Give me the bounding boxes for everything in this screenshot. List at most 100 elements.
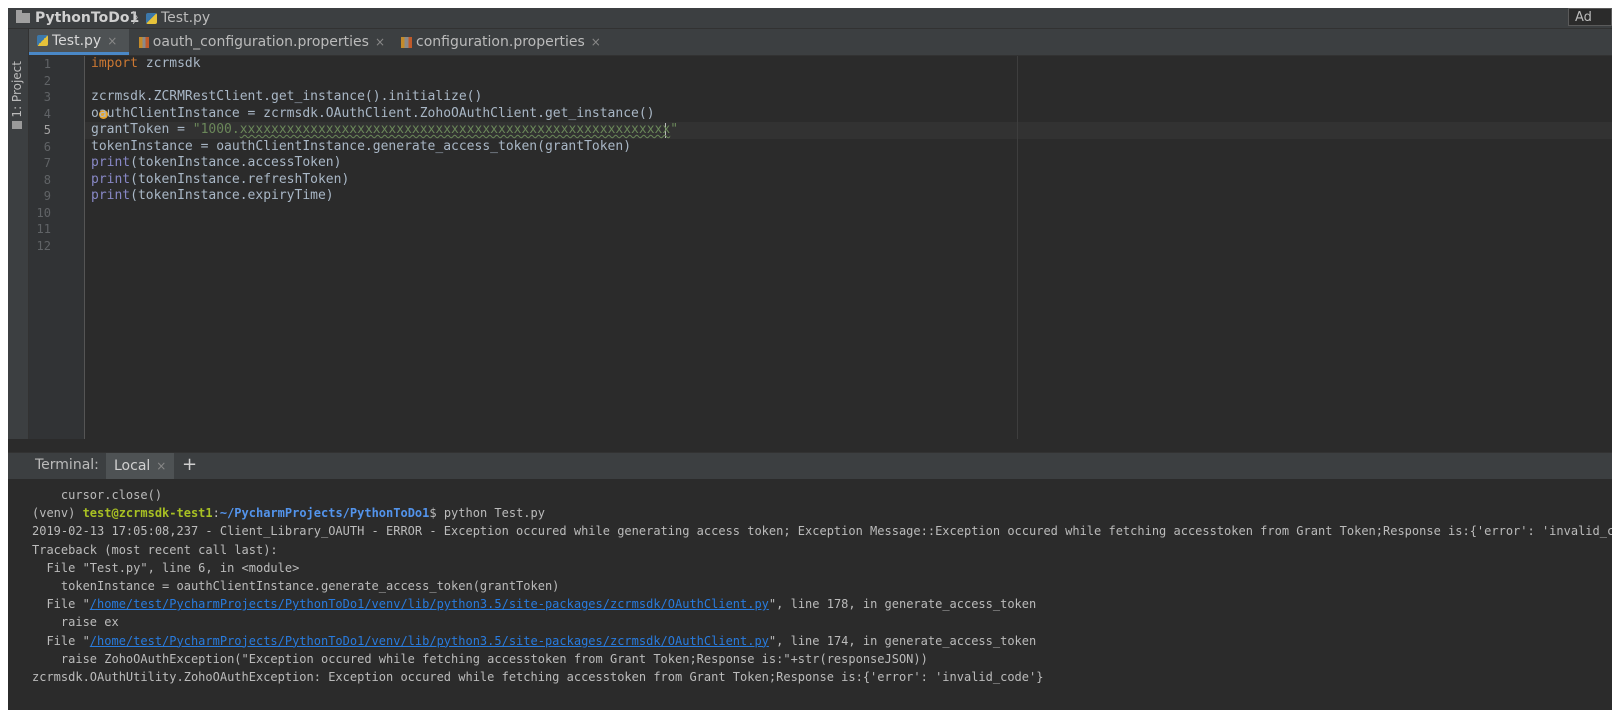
terminal-output[interactable]: cursor.close() (venv) test@zcrmsdk-test1:… — [8, 479, 1612, 710]
code-token: ", line 174, in generate_access_token — [768, 633, 1037, 648]
code-token: print — [91, 171, 131, 187]
tab-label: oauth_configuration.properties — [152, 34, 369, 50]
terminal-line: Traceback (most recent call last): — [32, 541, 278, 559]
terminal-header: Terminal: Local × + — [8, 452, 1612, 480]
breadcrumb: PythonToDo1 〉 Test.py Ad — [8, 8, 1612, 29]
top-right-button[interactable]: Ad — [1568, 8, 1612, 26]
code-token: zcrmsdk.OAuthUtility.ZohoOAuthException:… — [32, 670, 1044, 684]
terminal-line: (venv) test@zcrmsdk-test1:~/PycharmProje… — [32, 504, 545, 522]
code-token: raise ZohoOAuthException("Exception occu… — [32, 651, 928, 666]
code-line: print(tokenInstance.refreshToken) — [91, 172, 349, 189]
code-token: "1000. — [192, 122, 240, 137]
code-token: (tokenInstance.accessToken) — [130, 155, 342, 170]
code-token: raise ex — [32, 615, 119, 630]
code-token: cursor.close() — [32, 488, 163, 502]
code-token: : — [212, 506, 220, 521]
code-token: ", line 178, in generate_access_token — [768, 597, 1037, 612]
code-token: tokenInstance = oauthClientInstance.gene… — [32, 579, 560, 593]
code-token: File " — [32, 597, 90, 612]
file-link[interactable]: /home/test/PycharmProjects/PythonToDo1/v… — [90, 634, 769, 648]
line-number: 1 — [43, 57, 51, 71]
line-number: 3 — [43, 90, 51, 104]
code-token: (tokenInstance.refreshToken) — [130, 171, 350, 187]
code-token: print — [91, 155, 131, 170]
code-token: oauthClientInstance = zcrmsdk.OAuthClien… — [91, 105, 655, 121]
breadcrumb-separator: 〉 — [132, 11, 146, 27]
terminal-line: tokenInstance = oauthClientInstance.gene… — [32, 577, 560, 595]
tab-configuration[interactable]: configuration.properties × — [393, 29, 625, 55]
tab-oauth-configuration[interactable]: oauth_configuration.properties × — [131, 29, 393, 55]
right-margin-guide — [1017, 56, 1018, 439]
tab-label: Test.py — [52, 32, 102, 49]
properties-file-icon — [401, 36, 412, 48]
code-token: zcrmsdk — [137, 56, 201, 71]
breadcrumb-file[interactable]: Test.py — [146, 9, 210, 27]
line-number: 10 — [36, 205, 51, 220]
code-token: grantToken = — [91, 122, 193, 137]
terminal-line: raise ZohoOAuthException("Exception occu… — [32, 650, 928, 668]
terminal-line: File "/home/test/PycharmProjects/PythonT… — [32, 595, 1036, 613]
line-number: 8 — [43, 172, 51, 187]
code-token: print — [91, 188, 131, 203]
code-line: print(tokenInstance.expiryTime) — [91, 188, 334, 205]
line-number: 5 — [43, 123, 51, 137]
code-token: " — [670, 122, 679, 137]
code-line: import zcrmsdk — [91, 56, 201, 73]
line-number: 12 — [36, 238, 51, 253]
close-icon[interactable]: × — [591, 35, 601, 49]
tab-test-py[interactable]: Test.py × — [29, 29, 129, 55]
python-file-icon — [37, 35, 48, 46]
code-token: zcrmsdk.ZCRMRestClient.get_instance().in… — [91, 89, 483, 104]
code-token: 2019-02-13 17:05:08,237 - Client_Library… — [32, 524, 1612, 539]
code-token: tokenInstance = oauthClientInstance.gene… — [91, 138, 632, 154]
tab-label: configuration.properties — [416, 34, 585, 50]
terminal-line: raise ex — [32, 613, 119, 631]
terminal-tab-label: Local — [114, 458, 151, 474]
code-token: (venv) — [32, 506, 83, 521]
project-folder-icon — [12, 121, 22, 129]
line-number: 11 — [36, 222, 51, 236]
code-token: xxxxxxxxxxxxxxxxxxxxxxxxxxxxxxxxxxxxxxxx… — [239, 122, 671, 137]
ide-window: PythonToDo1 〉 Test.py Ad 1: Project Test… — [8, 8, 1612, 710]
project-tool-button[interactable]: 1: Project — [10, 61, 24, 118]
code-token: ~/PycharmProjects/PythonToDo1 — [219, 506, 430, 521]
close-icon[interactable]: × — [156, 459, 166, 473]
line-number: 4 — [43, 106, 51, 121]
terminal-line: cursor.close() — [32, 486, 162, 504]
tool-window-strip: 1: Project — [8, 29, 29, 439]
code-token: Traceback (most recent call last): — [32, 542, 278, 557]
code-line: print(tokenInstance.accessToken) — [91, 155, 341, 172]
terminal-line: File "Test.py", line 6, in <module> — [32, 559, 299, 577]
code-token: test@zcrmsdk-test1 — [82, 506, 213, 521]
code-token: import — [91, 56, 138, 71]
code-editor[interactable]: import zcrmsdk zcrmsdk.ZCRMRestClient.get… — [85, 56, 1612, 439]
breadcrumb-file-label: Test.py — [161, 10, 211, 26]
code-token: $ python Test.py — [429, 506, 545, 521]
close-icon[interactable]: × — [375, 35, 385, 49]
line-number: 9 — [43, 189, 51, 203]
terminal-tab-local[interactable]: Local × — [106, 453, 175, 479]
file-link[interactable]: /home/test/PycharmProjects/PythonToDo1/v… — [90, 597, 769, 611]
code-line: tokenInstance = oauthClientInstance.gene… — [91, 139, 631, 156]
close-icon[interactable]: × — [107, 34, 117, 48]
new-terminal-button[interactable]: + — [182, 454, 197, 475]
code-line: oauthClientInstance = zcrmsdk.OAuthClien… — [91, 106, 655, 123]
breadcrumb-project-label: PythonToDo1 — [35, 10, 140, 26]
python-file-icon — [146, 12, 157, 24]
terminal-line: 2019-02-13 17:05:08,237 - Client_Library… — [32, 522, 1612, 540]
code-token: File "Test.py", line 6, in <module> — [32, 560, 300, 575]
line-number: 7 — [43, 156, 51, 170]
breadcrumb-project[interactable]: PythonToDo1 — [16, 9, 139, 27]
line-number: 6 — [43, 139, 51, 154]
code-line: grantToken = "1000.xxxxxxxxxxxxxxxxxxxxx… — [91, 122, 678, 139]
code-line: zcrmsdk.ZCRMRestClient.get_instance().in… — [91, 89, 482, 106]
terminal-line: zcrmsdk.OAuthUtility.ZohoOAuthException:… — [32, 668, 1043, 686]
properties-file-icon — [139, 36, 149, 48]
folder-icon — [16, 10, 30, 23]
code-token: (tokenInstance.expiryTime) — [130, 188, 334, 203]
line-number-gutter: 1 2 3 4 5 6 7 8 9 10 11 12 — [29, 56, 85, 439]
terminal-title: Terminal: — [35, 457, 99, 473]
editor-tabs: Test.py × oauth_configuration.properties… — [29, 29, 1612, 56]
code-token: File " — [32, 633, 90, 648]
line-number: 2 — [43, 73, 51, 88]
